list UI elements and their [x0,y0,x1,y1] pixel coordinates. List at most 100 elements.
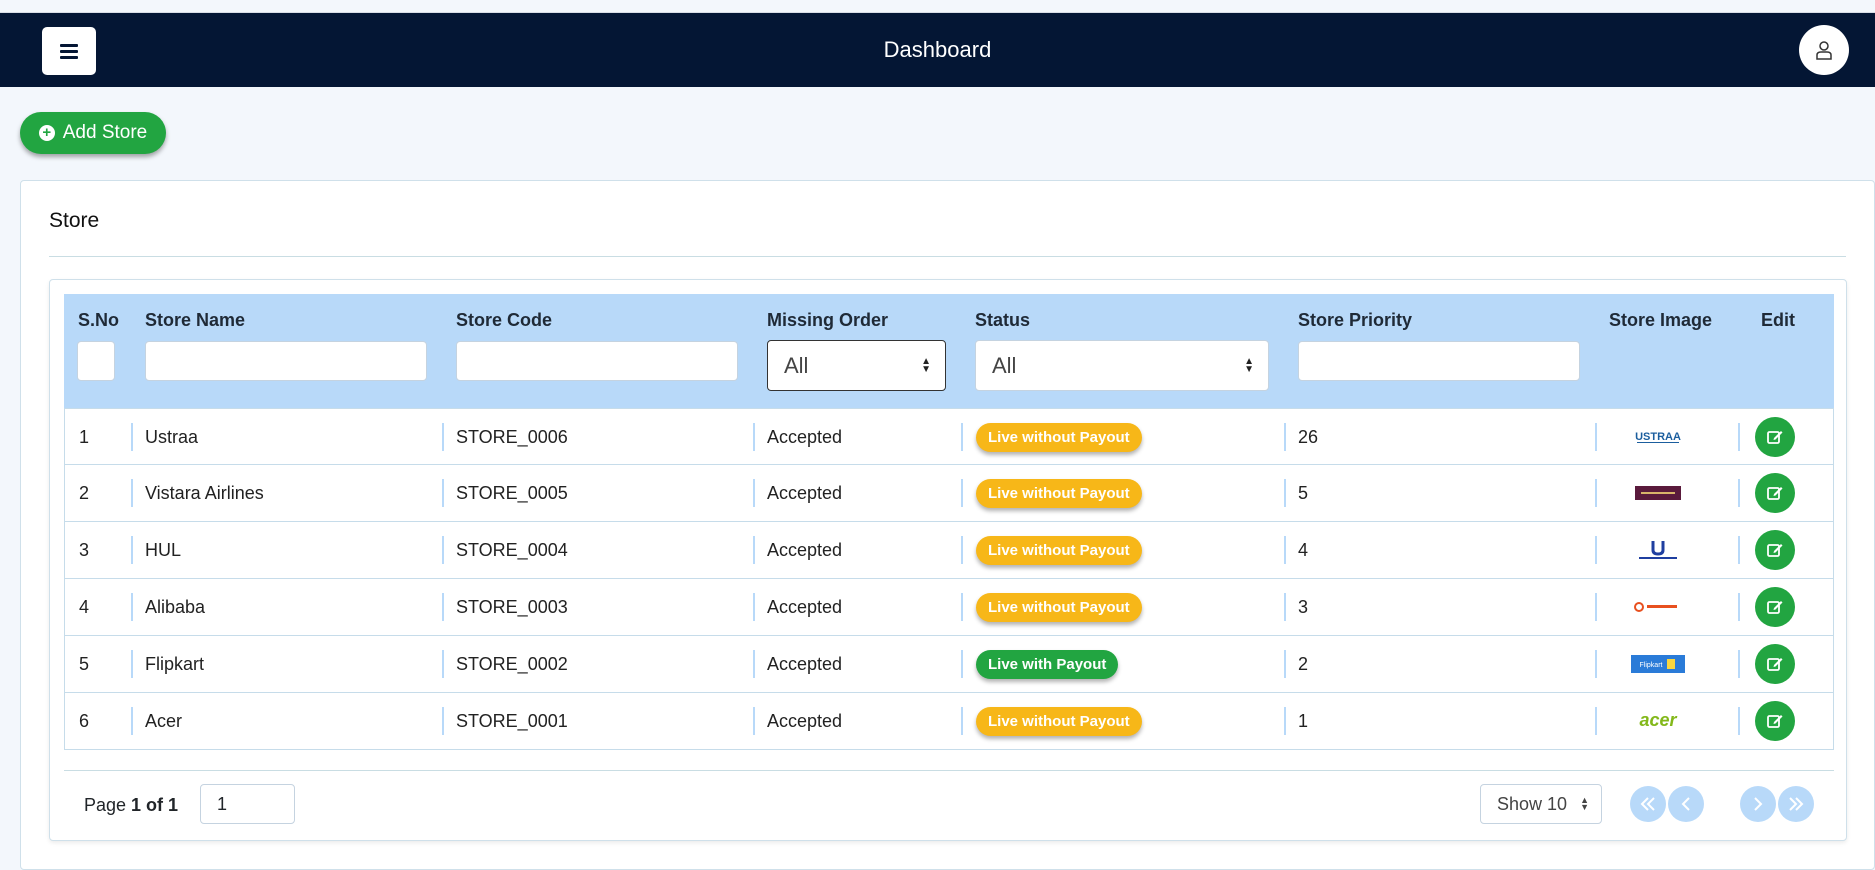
cell-sno: 1 [79,427,90,447]
column-separator [961,536,963,564]
header-store-image: Store Image [1609,310,1713,330]
cell-status: Live without Payout [976,522,1142,579]
cell-store-priority: 3 [1298,597,1309,617]
sno-filter-input[interactable] [77,341,115,381]
user-profile-button[interactable] [1799,25,1849,75]
edit-icon [1767,658,1783,671]
status-badge: Live without Payout [976,479,1142,508]
status-badge: Live without Payout [976,423,1142,452]
edit-store-button[interactable] [1755,417,1795,457]
store-code-filter-input[interactable] [456,341,738,381]
double-chevron-right-icon [1789,797,1804,811]
column-separator [753,479,755,507]
column-separator [1284,650,1286,678]
cell-store-name: Ustraa [145,427,199,447]
first-page-button[interactable] [1630,786,1666,822]
table-row: 3 HUL STORE_0004 Accepted Live without Payou… [64,522,1834,579]
cell-store-code: STORE_0005 [456,483,568,503]
cell-missing-order: Accepted [767,654,843,674]
column-separator [442,650,444,678]
column-separator [1738,536,1740,564]
column-separator [1595,479,1597,507]
status-badge: Live without Payout [976,593,1142,622]
cell-store-code: STORE_0002 [456,654,568,674]
cell-store-priority: 2 [1298,654,1309,674]
page-title: Dashboard [883,37,992,62]
plus-circle-icon: + [38,125,55,141]
page-size-value: Show 10 [1497,793,1568,814]
header-store-code[interactable]: Store Code [456,310,552,331]
column-separator [1284,423,1286,451]
cell-missing-order: Accepted [767,427,843,447]
cell-sno: 5 [79,654,90,674]
double-chevron-left-icon [1640,797,1655,811]
column-separator [131,423,133,451]
cell-missing-order: Accepted [767,540,843,560]
status-filter-select[interactable]: All ▲ ▼ [975,340,1269,391]
header-store-priority[interactable]: Store Priority [1298,310,1412,331]
column-separator [961,593,963,621]
cell-store-name: Acer [145,711,183,731]
table-row: 1 Ustraa STORE_0006 Accepted Live without Pa… [64,408,1834,465]
add-store-button[interactable]: + Add Store [20,112,166,154]
column-separator [961,479,963,507]
cell-store-code: STORE_0006 [456,427,568,447]
cell-store-priority: 4 [1298,540,1309,560]
header-store-name[interactable]: Store Name [145,310,245,331]
header-edit: Edit [1761,310,1795,330]
alibaba-logo [1628,591,1688,623]
cell-sno: 4 [79,597,90,617]
cell-missing-order: Accepted [767,483,843,503]
column-separator [1595,593,1597,621]
missing-order-filter-select[interactable]: All ▲ ▼ [767,340,946,391]
edit-store-button[interactable] [1755,530,1795,570]
store-name-filter-input[interactable] [145,341,427,381]
cell-status: Live without Payout [976,409,1142,466]
cell-missing-order: Accepted [767,711,843,731]
cell-missing-order: Accepted [767,597,843,617]
edit-icon [1767,601,1783,614]
column-separator [1738,479,1740,507]
column-separator [442,423,444,451]
column-separator [753,593,755,621]
vistara-logo [1628,477,1688,509]
user-icon [1816,41,1832,60]
hul-logo [1628,534,1688,566]
table-row: 6 Acer STORE_0001 Accepted Live without Payo… [64,693,1834,750]
previous-page-button[interactable] [1668,786,1704,822]
next-page-button[interactable] [1740,786,1776,822]
header-missing-order[interactable]: Missing Order [767,310,888,331]
column-separator [131,650,133,678]
status-badge: Live with Payout [976,650,1119,679]
cell-store-name: Alibaba [145,597,206,617]
column-separator [131,593,133,621]
store-table: S.No Store Name Store Code Missing Order… [49,279,1847,841]
column-separator [753,650,755,678]
edit-store-button[interactable] [1755,473,1795,513]
footer-divider [64,770,1834,771]
column-separator [1738,707,1740,735]
page-indicator: Page 1 of 1 [84,795,178,816]
column-separator [442,479,444,507]
select-arrows-icon: ▲ ▼ [1244,356,1254,375]
edit-icon [1767,715,1783,728]
last-page-button[interactable] [1778,786,1814,822]
svg-text:acer: acer [1639,711,1677,730]
cell-store-priority: 1 [1298,711,1309,731]
menu-toggle-button[interactable] [42,27,96,75]
header-status[interactable]: Status [975,310,1030,331]
cell-status: Live with Payout [976,636,1119,693]
page-number-input[interactable]: 1 [200,784,295,824]
edit-store-button[interactable] [1755,644,1795,684]
top-navbar: Dashboard [0,13,1875,87]
table-row: 2 Vistara Airlines STORE_0005 Accepted Live … [64,465,1834,522]
column-separator [131,479,133,507]
edit-store-button[interactable] [1755,701,1795,741]
svg-text:Flipkart: Flipkart [1640,662,1663,669]
acer-logo: acer [1628,705,1688,737]
select-arrows-icon: ▲ ▼ [1580,795,1589,812]
store-priority-filter-input[interactable] [1298,341,1580,381]
edit-store-button[interactable] [1755,587,1795,627]
column-separator [442,707,444,735]
page-size-select[interactable]: Show 10 ▲ ▼ [1480,784,1602,824]
